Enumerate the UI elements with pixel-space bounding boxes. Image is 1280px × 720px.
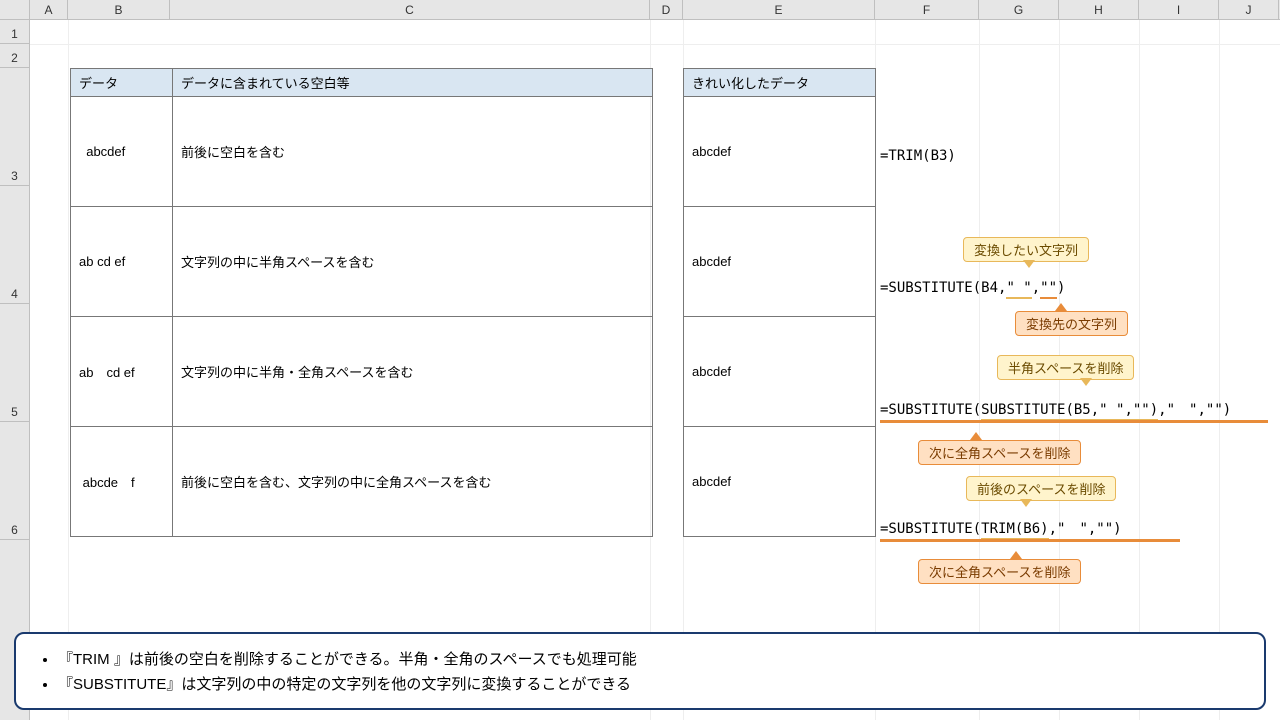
formula-text: , — [1032, 280, 1040, 296]
output-table: きれい化したデータ abcdef abcdef abcdef abcdef — [683, 68, 876, 537]
table-row: abcdef — [684, 207, 876, 317]
callout-replace-string: 変換先の文字列 — [1015, 311, 1128, 336]
underline-outer — [880, 420, 1268, 423]
formula-text: ," ","") — [1049, 521, 1122, 537]
pointer-icon — [970, 432, 982, 440]
formula-F4[interactable]: =SUBSTITUTE(B4," ","") — [880, 280, 1065, 296]
formula-F5[interactable]: =SUBSTITUTE(SUBSTITUTE(B5," ","")," ",""… — [880, 399, 1231, 419]
table-row: abcdef — [684, 97, 876, 207]
row-header-col: 1 2 3 4 5 6 — [0, 20, 30, 720]
header-desc[interactable]: データに含まれている空白等 — [173, 69, 653, 97]
table-row: abcdef 前後に空白を含む — [71, 97, 653, 207]
cell-E5[interactable]: abcdef — [684, 317, 876, 427]
cell-C4[interactable]: 文字列の中に半角スペースを含む — [173, 207, 653, 317]
col-C[interactable]: C — [170, 0, 650, 19]
cell-C3[interactable]: 前後に空白を含む — [173, 97, 653, 207]
formula-text: =SUBSTITUTE(B4, — [880, 280, 1006, 296]
formula-text: ," ","") — [1158, 402, 1231, 418]
select-all-corner[interactable] — [0, 0, 30, 19]
note-item: 『TRIM 』は前後の空白を削除することができる。半角・全角のスペースでも処理可… — [58, 648, 1242, 669]
row-5[interactable]: 5 — [0, 304, 29, 422]
col-I[interactable]: I — [1139, 0, 1219, 19]
cell-B5[interactable]: ab cd ef — [71, 317, 173, 427]
row-1[interactable]: 1 — [0, 20, 29, 44]
col-J[interactable]: J — [1219, 0, 1279, 19]
cell-E3[interactable]: abcdef — [684, 97, 876, 207]
formula-F6[interactable]: =SUBSTITUTE(TRIM(B6)," ","") — [880, 518, 1122, 538]
gridline — [68, 20, 69, 720]
cell-E4[interactable]: abcdef — [684, 207, 876, 317]
pointer-icon — [1055, 303, 1067, 311]
callout-trim-ends: 前後のスペースを削除 — [966, 476, 1116, 501]
row-3[interactable]: 3 — [0, 68, 29, 186]
notes-box: 『TRIM 』は前後の空白を削除することができる。半角・全角のスペースでも処理可… — [14, 632, 1266, 710]
inner-trim: TRIM(B6) — [981, 521, 1048, 540]
cell-C6[interactable]: 前後に空白を含む、文字列の中に全角スペースを含む — [173, 427, 653, 537]
header-data[interactable]: データ — [71, 69, 173, 97]
header-clean[interactable]: きれい化したデータ — [684, 69, 876, 97]
cell-B6[interactable]: abcde f — [71, 427, 173, 537]
input-table: データ データに含まれている空白等 abcdef 前後に空白を含む ab cd … — [70, 68, 653, 537]
col-H[interactable]: H — [1059, 0, 1139, 19]
gridline — [30, 44, 1280, 45]
pointer-icon — [1020, 499, 1032, 507]
formula-F3[interactable]: =TRIM(B3) — [880, 148, 956, 164]
gridline — [1139, 20, 1140, 720]
formula-text: =SUBSTITUTE( — [880, 521, 981, 537]
cell-C5[interactable]: 文字列の中に半角・全角スペースを含む — [173, 317, 653, 427]
callout-find-string: 変換したい文字列 — [963, 237, 1089, 262]
row-2[interactable]: 2 — [0, 44, 29, 68]
formula-text: =SUBSTITUTE( — [880, 402, 981, 418]
table-row: abcde f 前後に空白を含む、文字列の中に全角スペースを含む — [71, 427, 653, 537]
table-row: ab cd ef 文字列の中に半角・全角スペースを含む — [71, 317, 653, 427]
gridline — [979, 20, 980, 720]
col-B[interactable]: B — [68, 0, 170, 19]
table-row: abcdef — [684, 317, 876, 427]
arg-find: " " — [1006, 280, 1031, 299]
row-6[interactable]: 6 — [0, 422, 29, 540]
table-row: ab cd ef 文字列の中に半角スペースを含む — [71, 207, 653, 317]
pointer-icon — [1023, 260, 1035, 268]
col-G[interactable]: G — [979, 0, 1059, 19]
column-header-row: A B C D E F G H I J — [0, 0, 1280, 20]
col-D[interactable]: D — [650, 0, 683, 19]
col-A[interactable]: A — [30, 0, 68, 19]
cell-E6[interactable]: abcdef — [684, 427, 876, 537]
gridline — [1219, 20, 1220, 720]
row-4[interactable]: 4 — [0, 186, 29, 304]
underline-outer — [880, 539, 1180, 542]
pointer-icon — [1080, 378, 1092, 386]
inner-substitute: SUBSTITUTE(B5," ","") — [981, 402, 1158, 421]
callout-remove-halfwidth: 半角スペースを削除 — [997, 355, 1134, 380]
callout-remove-fullwidth-2: 次に全角スペースを削除 — [918, 559, 1081, 584]
col-E[interactable]: E — [683, 0, 875, 19]
arg-replace: "" — [1040, 280, 1057, 299]
col-F[interactable]: F — [875, 0, 979, 19]
cell-B4[interactable]: ab cd ef — [71, 207, 173, 317]
table-row: abcdef — [684, 427, 876, 537]
formula-text: ) — [1057, 280, 1065, 296]
cell-B3[interactable]: abcdef — [71, 97, 173, 207]
pointer-icon — [1010, 551, 1022, 559]
callout-remove-fullwidth: 次に全角スペースを削除 — [918, 440, 1081, 465]
note-item: 『SUBSTITUTE』は文字列の中の特定の文字列を他の文字列に変換することがで… — [58, 673, 1242, 694]
